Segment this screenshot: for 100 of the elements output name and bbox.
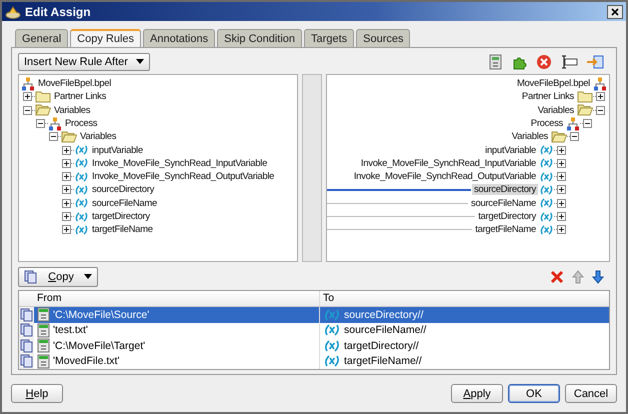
table-row[interactable]: 'C:\MoveFile\Target' targetDirectory// [19, 338, 609, 354]
tree-item[interactable]: Invoke_MoveFile_SynchRead_InputVariable [90, 158, 270, 169]
tree-item[interactable]: Variables [536, 104, 576, 116]
expand-toggle[interactable] [49, 132, 58, 142]
copy-icon [20, 308, 34, 322]
expand-toggle[interactable] [23, 106, 32, 115]
variable-icon [74, 184, 89, 196]
process-icon [593, 76, 607, 91]
tree-item[interactable]: Partner Links [520, 91, 576, 102]
variable-icon [74, 210, 89, 223]
variable-icon [539, 184, 554, 196]
variable-icon [323, 324, 341, 336]
delete-icon[interactable] [550, 270, 564, 284]
tree-item[interactable]: Variables [78, 131, 118, 142]
variable-icon [74, 197, 89, 210]
tree-item[interactable]: targetFileName [473, 224, 538, 236]
tree-item[interactable]: sourceFileName [469, 198, 538, 209]
tree-item[interactable]: sourceDirectory [90, 184, 156, 196]
expand-toggle[interactable] [596, 92, 605, 102]
open-folder-icon [551, 130, 567, 143]
tree-item[interactable]: inputVariable [90, 144, 145, 156]
expand-toggle[interactable] [557, 225, 566, 234]
column-header: From [34, 290, 320, 306]
tree-item[interactable]: targetDirectory [476, 211, 538, 222]
tree-item[interactable]: Process [63, 118, 100, 129]
copy-icon [20, 323, 34, 338]
folder-icon [35, 90, 51, 103]
expand-toggle[interactable] [596, 106, 605, 115]
help-button[interactable]: Help [11, 384, 63, 403]
window-title: Edit Assign [25, 4, 92, 18]
caret-icon [84, 274, 92, 280]
table-row[interactable]: 'test.txt' sourceFileName// [19, 322, 609, 338]
delete-icon[interactable] [536, 54, 552, 70]
expand-toggle[interactable] [557, 172, 566, 182]
tree-item[interactable]: targetDirectory [90, 211, 152, 222]
variable-icon [539, 224, 554, 236]
tree-item[interactable]: Variables [52, 104, 92, 116]
tree-item[interactable]: MoveFileBpel.bpel [514, 78, 592, 90]
tab[interactable]: Sources [356, 29, 410, 47]
expand-toggle[interactable] [23, 92, 32, 102]
tree-item[interactable]: inputVariable [483, 144, 538, 156]
caret-icon [136, 59, 144, 64]
expand-toggle[interactable] [557, 158, 566, 168]
table-cell: targetDirectory// [344, 340, 419, 352]
expand-toggle[interactable] [36, 118, 45, 128]
open-folder-icon [577, 104, 593, 116]
expression-icon [37, 307, 50, 322]
tab[interactable]: General [15, 29, 68, 47]
open-folder-icon [61, 130, 77, 143]
move-down-icon[interactable] [592, 270, 604, 284]
tab[interactable]: Skip Condition [217, 29, 302, 47]
app-icon [5, 4, 21, 18]
tree-item[interactable]: Invoke_MoveFile_SynchRead_InputVariable [358, 158, 538, 169]
tab[interactable]: Annotations [143, 29, 216, 47]
variable-icon [539, 170, 554, 183]
operation-dropdown[interactable]: Copy [18, 266, 98, 287]
dialog-button[interactable]: Apply [451, 384, 503, 403]
insert-rule-dropdown[interactable]: Insert New Rule After [18, 52, 150, 71]
tree-item[interactable]: Invoke_MoveFile_SynchRead_OutputVariable [90, 171, 276, 182]
import-icon[interactable] [586, 54, 604, 70]
expand-toggle[interactable] [557, 212, 566, 222]
dialog-button[interactable]: OK [508, 384, 560, 403]
tree-item[interactable]: targetFileName [90, 224, 155, 236]
expand-toggle[interactable] [62, 225, 71, 234]
expand-toggle[interactable] [62, 212, 71, 222]
expand-toggle[interactable] [62, 198, 71, 208]
table-row[interactable]: 'C:\MoveFile\Source' sourceDirectory// [19, 307, 609, 322]
variable-icon [74, 170, 89, 183]
tree-item[interactable]: sourceDirectory [472, 184, 538, 196]
expand-toggle[interactable] [557, 146, 566, 155]
close-button[interactable] [607, 4, 623, 18]
copy-icon [24, 270, 38, 284]
tree-item[interactable]: Variables [510, 131, 550, 142]
variable-icon [74, 144, 89, 156]
expand-toggle[interactable] [62, 172, 71, 182]
dialog-button[interactable]: Cancel [565, 384, 617, 403]
expression-icon[interactable] [488, 54, 504, 70]
expand-toggle[interactable] [570, 132, 579, 142]
table-cell: 'C:\MoveFile\Target' [53, 340, 146, 352]
expand-toggle[interactable] [62, 158, 71, 168]
tree-item[interactable]: Invoke_MoveFile_SynchRead_OutputVariable [352, 171, 538, 182]
table-cell: targetFileName// [344, 355, 422, 368]
text-field-icon[interactable] [560, 54, 578, 70]
expand-toggle[interactable] [583, 118, 592, 128]
tree-item[interactable]: sourceFileName [90, 198, 159, 209]
expression-icon [37, 322, 50, 338]
table-row[interactable]: 'MovedFile.txt' targetFileName// [19, 354, 609, 369]
tree-item[interactable]: MoveFileBpel.bpel [36, 78, 114, 90]
tree-item[interactable]: Partner Links [52, 91, 108, 102]
expand-toggle[interactable] [62, 146, 71, 155]
expand-toggle[interactable] [557, 198, 566, 208]
expand-toggle[interactable] [557, 185, 566, 194]
tree-item[interactable]: Process [528, 118, 565, 129]
tab[interactable]: Copy Rules [70, 29, 141, 47]
table-cell: 'test.txt' [53, 324, 88, 336]
expression-icon [37, 354, 50, 369]
expand-toggle[interactable] [62, 185, 71, 194]
table-cell: sourceDirectory// [344, 308, 424, 321]
variable-icon [323, 308, 341, 321]
tab[interactable]: Targets [304, 29, 354, 47]
